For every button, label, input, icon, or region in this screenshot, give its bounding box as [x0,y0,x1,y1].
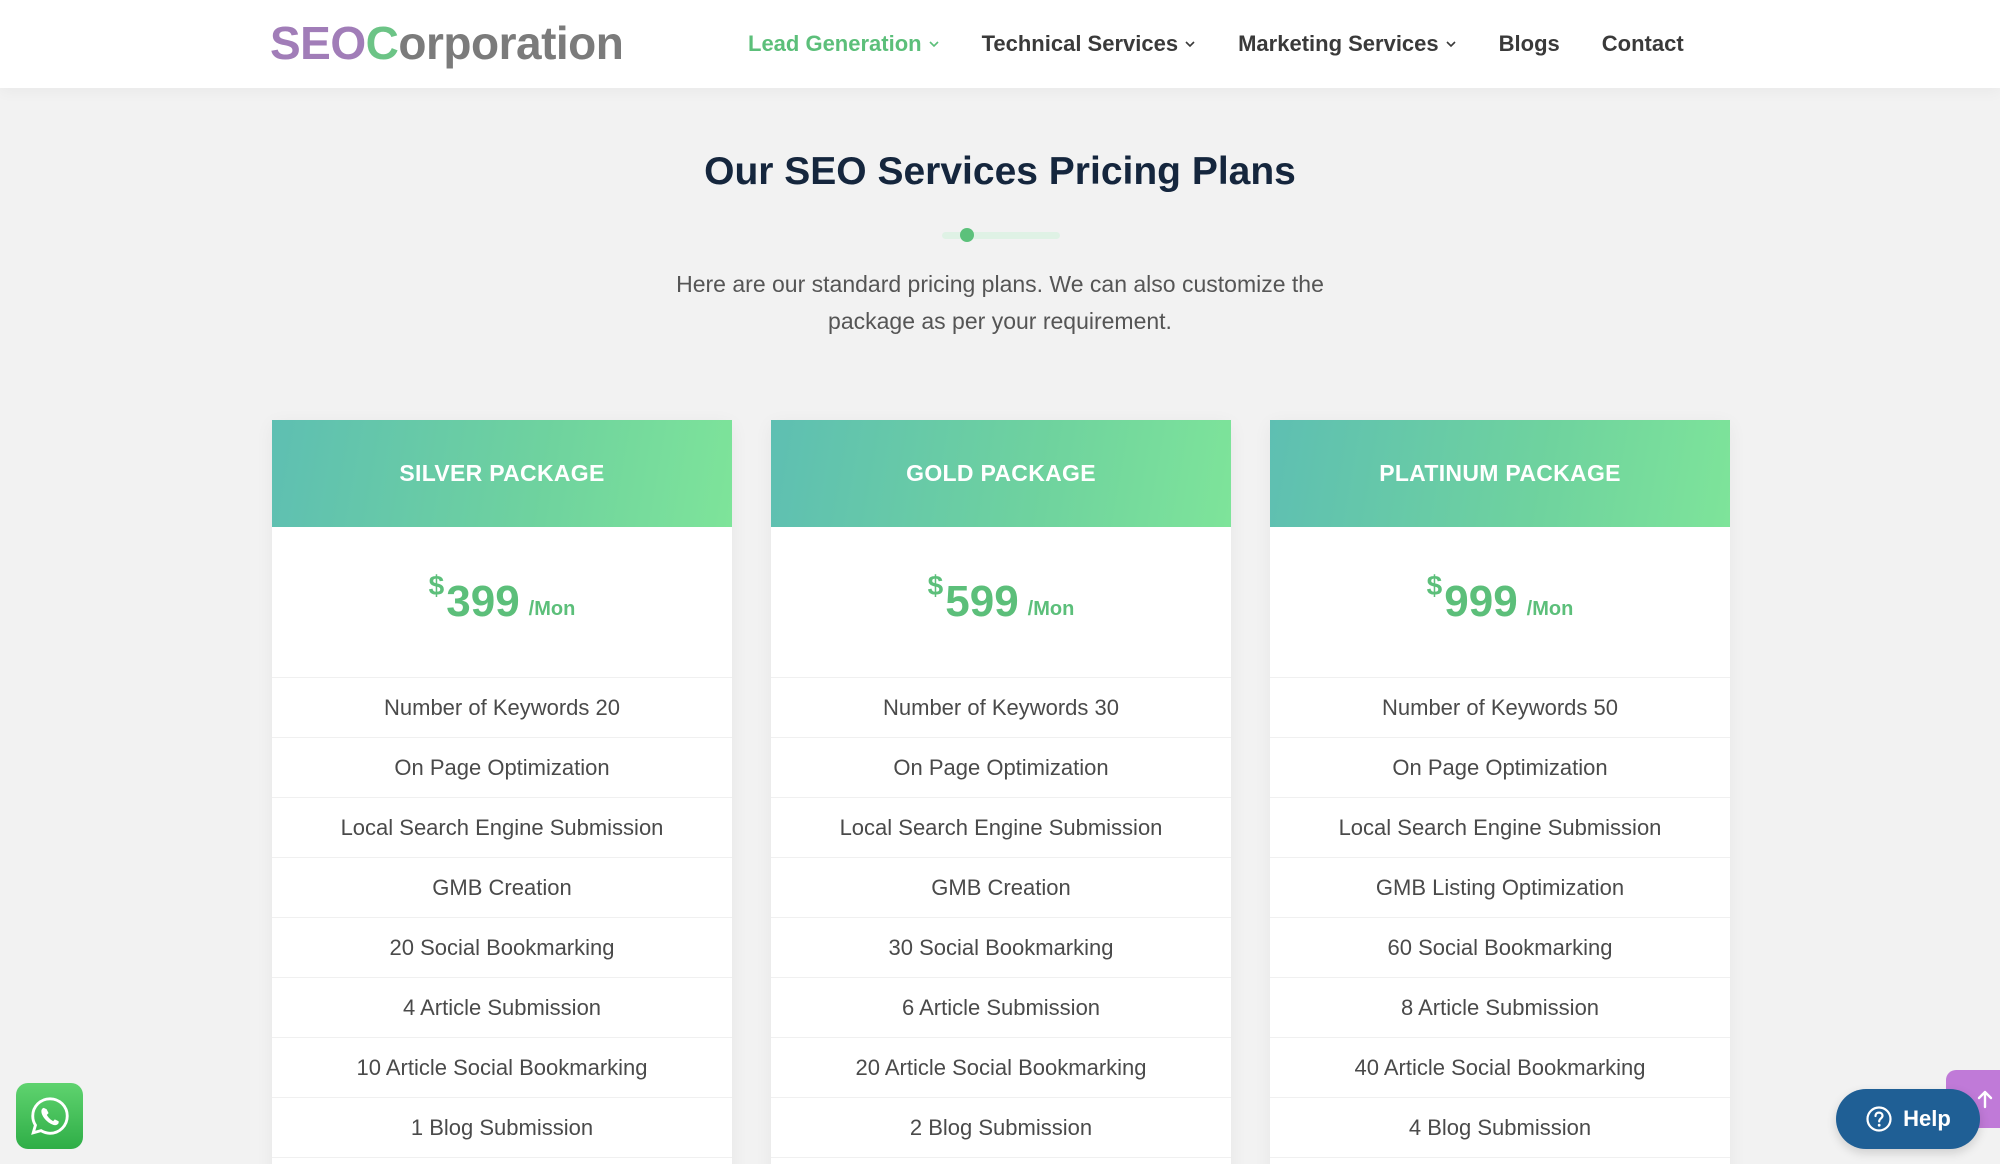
card-header: SILVER PACKAGE [272,420,732,527]
chevron-down-icon [928,38,940,50]
feature-item: Number of Keywords 50 [1270,678,1730,738]
logo-part-rest: orporation [398,17,624,69]
chevron-down-icon [1445,38,1457,50]
feature-item: 60 Social Bookmarking [1270,918,1730,978]
nav-item-label: Lead Generation [748,31,922,56]
nav-item-label: Technical Services [981,31,1179,56]
site-logo[interactable]: SEOCorporation [270,17,624,69]
logo-part-seo: SEO [270,17,366,69]
feature-item: 8 Article Submission [1270,978,1730,1038]
feature-item: 30 Social Bookmarking [771,918,1231,978]
price-currency: $ [927,570,944,601]
feature-item: GMB Creation [771,858,1231,918]
feature-item: 2 Blog Submission [771,1098,1231,1158]
help-label: Help [1903,1106,1951,1131]
feature-item: Local Search Engine Submission [272,798,732,858]
pricing-card-silver: SILVER PACKAGE $ 399 /Mon Number of Keyw… [272,420,732,1164]
feature-list: Number of Keywords 30 On Page Optimizati… [771,678,1231,1158]
price-amount: 399 [446,577,520,626]
whatsapp-button[interactable] [16,1083,83,1149]
title-divider-dot [960,228,974,242]
price-period: /Mon [1027,597,1075,620]
nav-item-label: Blogs [1498,31,1560,56]
feature-item: 20 Social Bookmarking [272,918,732,978]
nav-item-label: Contact [1601,31,1684,56]
feature-list: Number of Keywords 20 On Page Optimizati… [272,678,732,1158]
nav-item-technical-services[interactable]: Technical Services [982,31,1197,57]
site-header: SEOCorporation Lead Generation Technical… [0,0,2000,88]
feature-list: Number of Keywords 50 On Page Optimizati… [1270,678,1730,1158]
feature-item: On Page Optimization [1270,738,1730,798]
feature-item: Local Search Engine Submission [771,798,1231,858]
plan-name: SILVER PACKAGE [399,460,605,486]
nav-item-lead-generation[interactable]: Lead Generation [748,31,940,57]
card-header: PLATINUM PACKAGE [1270,420,1730,527]
feature-item: Local Search Engine Submission [1270,798,1730,858]
feature-item: Number of Keywords 20 [272,678,732,738]
price-amount: 599 [945,577,1019,626]
nav-item-contact[interactable]: Contact [1602,31,1684,57]
main-nav: Lead Generation Technical Services Marke… [748,0,1684,88]
question-circle-icon [1866,1106,1892,1132]
feature-item: 40 Article Social Bookmarking [1270,1038,1730,1098]
card-header: GOLD PACKAGE [771,420,1231,527]
feature-item: Number of Keywords 30 [771,678,1231,738]
nav-item-marketing-services[interactable]: Marketing Services [1238,31,1457,57]
feature-item: GMB Creation [272,858,732,918]
price-period: /Mon [528,597,576,620]
price: $ 599 /Mon [771,527,1231,678]
plan-name: PLATINUM PACKAGE [1379,460,1621,486]
pricing-card-platinum: PLATINUM PACKAGE $ 999 /Mon Number of Ke… [1270,420,1730,1164]
pricing-card-gold: GOLD PACKAGE $ 599 /Mon Number of Keywor… [771,420,1231,1164]
section-subtitle: Here are our standard pricing plans. We … [650,266,1350,340]
price-currency: $ [1426,570,1443,601]
feature-item: On Page Optimization [272,738,732,798]
whatsapp-icon [30,1097,69,1135]
help-button[interactable]: Help [1836,1089,1980,1149]
nav-item-blogs[interactable]: Blogs [1499,31,1560,57]
subtitle-line-2: package as per your requirement. [828,308,1172,334]
price: $ 399 /Mon [272,527,732,678]
feature-item: GMB Listing Optimization [1270,858,1730,918]
subtitle-line-1: Here are our standard pricing plans. We … [676,271,1324,297]
logo-part-c: C [365,17,399,69]
feature-item: 20 Article Social Bookmarking [771,1038,1231,1098]
feature-item: 4 Article Submission [272,978,732,1038]
price-amount: 999 [1444,577,1518,626]
price-period: /Mon [1526,597,1574,620]
feature-item: 4 Blog Submission [1270,1098,1730,1158]
feature-item: 1 Blog Submission [272,1098,732,1158]
chevron-down-icon [1184,38,1196,50]
section-title: Our SEO Services Pricing Plans [704,150,1296,193]
feature-item: On Page Optimization [771,738,1231,798]
feature-item: 10 Article Social Bookmarking [272,1038,732,1098]
plan-name: GOLD PACKAGE [906,460,1096,486]
nav-item-label: Marketing Services [1238,31,1439,56]
price-currency: $ [428,570,445,601]
feature-item: 6 Article Submission [771,978,1231,1038]
price: $ 999 /Mon [1270,527,1730,678]
